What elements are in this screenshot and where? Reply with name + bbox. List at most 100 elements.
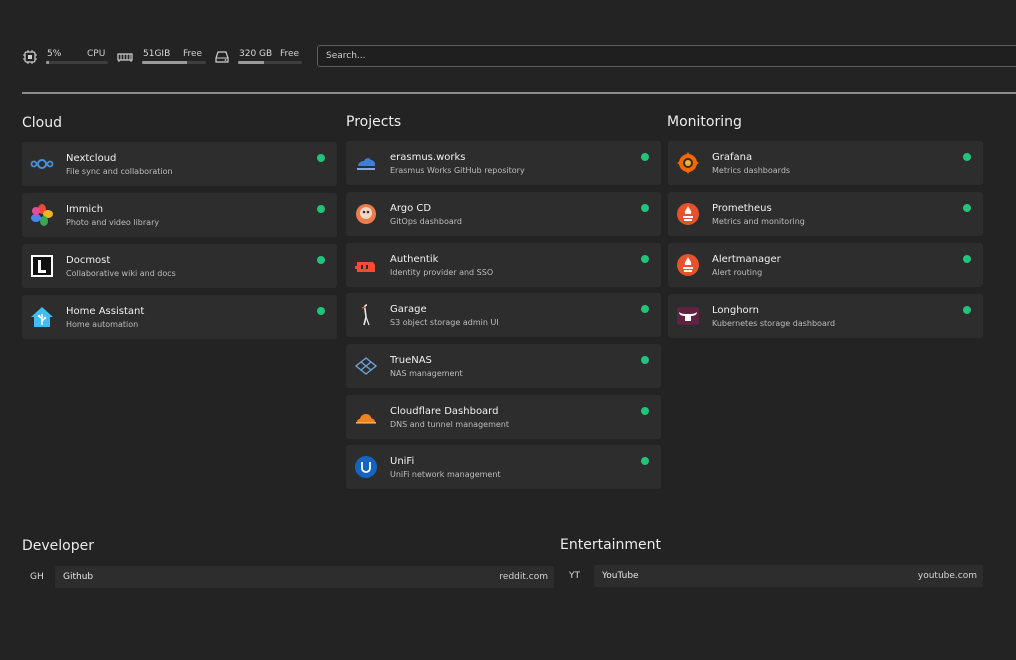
- section-title-cloud: Cloud: [22, 115, 62, 131]
- service-description: S3 object storage admin UI: [390, 318, 499, 327]
- ram-usage-bar: [142, 61, 206, 64]
- service-name: Authentik: [390, 254, 439, 265]
- status-indicator: [641, 204, 649, 212]
- bookmark-abbreviation: YT: [569, 571, 580, 581]
- service-description: GitOps dashboard: [390, 217, 462, 226]
- bookmark-name: YouTube: [602, 571, 639, 581]
- erasmus-icon: [357, 158, 375, 170]
- service-card-docmost[interactable]: Docmost Collaborative wiki and docs: [22, 244, 337, 288]
- bookmark-github[interactable]: GH Github reddit.com: [22, 566, 554, 588]
- bookmark-group-title-entertainment: Entertainment: [560, 537, 662, 553]
- service-description: Erasmus Works GitHub repository: [390, 166, 525, 175]
- service-card-erasmus-works[interactable]: erasmus.works Erasmus Works GitHub repos…: [346, 141, 661, 185]
- ram-value: 51GIB: [143, 49, 171, 59]
- service-card-grafana[interactable]: Grafana Metrics dashboards: [668, 141, 983, 185]
- service-name: UniFi: [390, 456, 415, 467]
- prometheus-icon: [677, 203, 699, 225]
- argo-icon: [356, 204, 376, 224]
- cloudflare-icon: [356, 414, 376, 424]
- service-card-immich[interactable]: Immich Photo and video library: [22, 193, 337, 237]
- service-card-authentik[interactable]: Authentik Identity provider and SSO: [346, 243, 661, 287]
- cpu-value: 5%: [47, 49, 62, 59]
- service-name: Garage: [390, 304, 427, 315]
- status-indicator: [641, 407, 649, 415]
- bookmark-name: Github: [63, 572, 94, 582]
- service-name: Docmost: [66, 255, 111, 266]
- service-description: Identity provider and SSO: [390, 268, 494, 277]
- status-indicator: [641, 153, 649, 161]
- service-description: Photo and video library: [66, 218, 160, 227]
- status-indicator: [641, 305, 649, 313]
- service-name: Argo CD: [390, 203, 432, 214]
- service-description: Home automation: [66, 320, 139, 329]
- alertmanager-icon: [677, 254, 699, 276]
- ram-icon: [117, 53, 133, 62]
- longhorn-icon: [677, 307, 699, 325]
- status-indicator: [641, 457, 649, 465]
- service-card-prometheus[interactable]: Prometheus Metrics and monitoring: [668, 192, 983, 236]
- service-name: Cloudflare Dashboard: [390, 406, 499, 417]
- disk-widget: 320 GB Free: [214, 44, 309, 70]
- bookmark-link-box[interactable]: YouTube youtube.com: [594, 565, 983, 587]
- header-divider: [22, 92, 1016, 94]
- ram-label: Free: [183, 49, 203, 59]
- service-card-argo-cd[interactable]: Argo CD GitOps dashboard: [346, 192, 661, 236]
- immich-icon: [31, 204, 53, 226]
- service-name: erasmus.works: [390, 152, 466, 163]
- service-description: UniFi network management: [390, 470, 501, 479]
- service-description: Metrics and monitoring: [712, 217, 805, 226]
- status-indicator: [963, 306, 971, 314]
- service-card-longhorn[interactable]: Longhorn Kubernetes storage dashboard: [668, 294, 983, 338]
- disk-label: Free: [280, 49, 300, 59]
- service-card-nextcloud[interactable]: Nextcloud File sync and collaboration: [22, 142, 337, 186]
- bookmark-url: youtube.com: [917, 571, 977, 581]
- nextcloud-icon: [30, 159, 54, 169]
- status-indicator: [963, 204, 971, 212]
- home-assistant-icon: [31, 307, 53, 327]
- service-name: TrueNAS: [390, 355, 432, 366]
- cpu-usage-fill: [46, 61, 50, 64]
- status-indicator: [317, 205, 325, 213]
- service-card-cloudflare-dashboard[interactable]: Cloudflare Dashboard DNS and tunnel mana…: [346, 395, 661, 439]
- bookmark-abbreviation: GH: [30, 572, 44, 582]
- search-input[interactable]: [317, 45, 1016, 67]
- status-indicator: [963, 255, 971, 263]
- service-description: DNS and tunnel management: [390, 420, 509, 429]
- bookmark-link-box[interactable]: Github reddit.com: [55, 566, 554, 588]
- disk-value: 320 GB: [239, 49, 273, 59]
- section-title-monitoring: Monitoring: [667, 114, 742, 130]
- service-card-truenas[interactable]: TrueNAS NAS management: [346, 344, 661, 388]
- garage-icon: [361, 304, 370, 326]
- authentik-icon: [355, 262, 375, 272]
- cpu-icon: [23, 50, 37, 64]
- truenas-icon: [354, 357, 378, 375]
- service-name: Prometheus: [712, 203, 772, 214]
- service-description: Alert routing: [712, 268, 763, 277]
- grafana-icon: [677, 152, 699, 174]
- status-indicator: [963, 153, 971, 161]
- service-name: Immich: [66, 204, 104, 215]
- service-description: Kubernetes storage dashboard: [712, 319, 836, 328]
- service-card-alertmanager[interactable]: Alertmanager Alert routing: [668, 243, 983, 287]
- section-title-projects: Projects: [346, 114, 402, 130]
- service-name: Nextcloud: [66, 153, 117, 164]
- status-indicator: [317, 256, 325, 264]
- resource-bar: 5% CPU 51GIB Free 320 GB Free: [22, 44, 1016, 70]
- bookmark-youtube[interactable]: YT YouTube youtube.com: [561, 565, 983, 587]
- status-indicator: [641, 255, 649, 263]
- service-card-unifi[interactable]: UniFi UniFi network management: [346, 445, 661, 489]
- bookmark-url: reddit.com: [499, 572, 548, 582]
- service-name: Grafana: [712, 152, 753, 163]
- service-card-garage[interactable]: Garage S3 object storage admin UI: [346, 293, 661, 337]
- ram-usage-fill: [142, 61, 187, 64]
- status-indicator: [641, 356, 649, 364]
- service-description: File sync and collaboration: [66, 167, 173, 176]
- service-name: Home Assistant: [66, 306, 145, 317]
- bookmark-group-title-developer: Developer: [22, 538, 95, 554]
- service-description: Metrics dashboards: [712, 166, 791, 175]
- cpu-usage-bar: [46, 61, 108, 64]
- disk-usage-bar: [238, 61, 302, 64]
- ram-widget: 51GIB Free: [117, 44, 212, 70]
- service-card-home-assistant[interactable]: Home Assistant Home automation: [22, 295, 337, 339]
- disk-usage-fill: [238, 61, 264, 64]
